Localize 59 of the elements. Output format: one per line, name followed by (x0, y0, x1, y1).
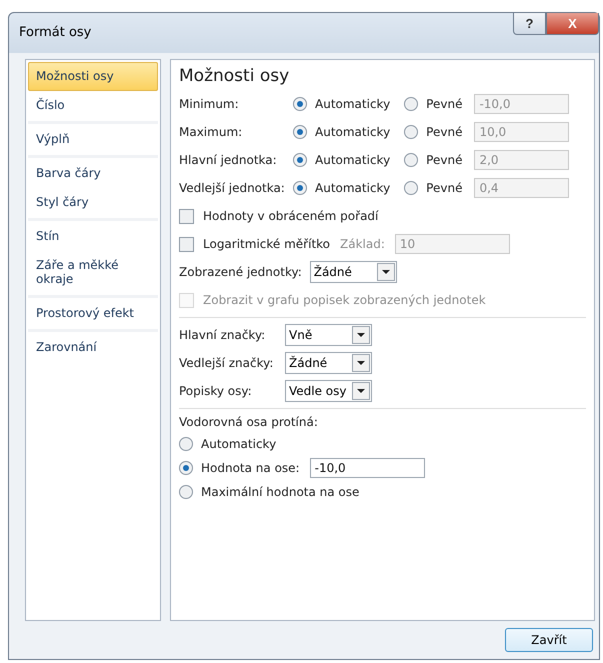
dropdown[interactable]: Vně (285, 324, 372, 346)
field-label: Zobrazené jednotky: (179, 265, 302, 279)
radio-button[interactable] (404, 97, 418, 111)
checkbox-label: Logaritmické měřítko (203, 237, 330, 251)
field-label: Popisky osy: (179, 384, 253, 398)
category-item[interactable]: Barva čáry (28, 159, 158, 188)
radio-button[interactable] (179, 437, 193, 451)
dropdown-arrow-icon (357, 389, 365, 393)
field-label: Základ: (340, 237, 385, 251)
category-item[interactable]: Možnosti osy (28, 62, 158, 91)
field-label: Vedlejší jednotka: (179, 181, 286, 195)
section-label: Vodorovná osa protíná: (179, 415, 318, 429)
category-item[interactable]: Stín (28, 222, 158, 251)
field-label: Vedlejší značky: (179, 356, 274, 370)
checkbox-label: Zobrazit v grafu popisek zobrazených jednotek (203, 293, 486, 307)
option-label: Pevné (426, 125, 462, 139)
help-button[interactable]: ? (513, 13, 546, 35)
field-label: Minimum: (179, 97, 240, 111)
dropdown-arrow-icon (357, 333, 365, 337)
value-field[interactable]: -10,0 (310, 458, 425, 478)
category-item[interactable]: Prostorový efekt (28, 299, 158, 328)
option-label: Automaticky (201, 437, 276, 451)
option-label: Pevné (426, 97, 462, 111)
option-label: Automaticky (315, 125, 390, 139)
category-item[interactable]: Zarovnání (28, 333, 158, 362)
category-item[interactable]: Číslo (28, 91, 158, 120)
option-label: Automaticky (315, 153, 390, 167)
category-item[interactable]: Výplň (28, 125, 158, 154)
radio-button[interactable] (404, 125, 418, 139)
category-item[interactable]: Styl čáry (28, 188, 158, 217)
dropdown[interactable]: Žádné (285, 352, 372, 374)
field-label: Maximum: (179, 125, 244, 139)
dropdown-arrow-icon (357, 361, 365, 365)
dropdown-arrow-icon (382, 270, 390, 274)
field-label: Hlavní jednotka: (179, 153, 278, 167)
option-label: Pevné (426, 181, 462, 195)
radio-button[interactable] (293, 181, 307, 195)
radio-button[interactable] (293, 153, 307, 167)
panel-heading: Možnosti osy (179, 66, 290, 86)
close-dialog-button[interactable]: Zavřít (505, 628, 593, 652)
checkbox[interactable] (179, 208, 194, 224)
dropdown[interactable]: Žádné (310, 261, 397, 283)
field-label: Hlavní značky: (179, 328, 266, 342)
radio-button[interactable] (404, 181, 418, 195)
radio-button[interactable] (293, 97, 307, 111)
radio-button[interactable] (404, 153, 418, 167)
radio-button[interactable] (179, 485, 193, 499)
radio-button[interactable] (293, 125, 307, 139)
category-item[interactable]: Záře a měkké okraje (28, 251, 158, 294)
checkbox-label: Hodnoty v obráceném pořadí (203, 209, 378, 223)
checkbox[interactable] (179, 236, 194, 252)
radio-button[interactable] (179, 461, 193, 475)
option-label: Automaticky (315, 97, 390, 111)
option-label: Maximální hodnota na ose (201, 485, 360, 499)
window-title: Formát osy (19, 25, 92, 40)
option-label: Automaticky (315, 181, 390, 195)
option-label: Pevné (426, 153, 462, 167)
dropdown[interactable]: Vedle osy (285, 380, 372, 402)
option-label: Hodnota na ose: (201, 461, 300, 475)
